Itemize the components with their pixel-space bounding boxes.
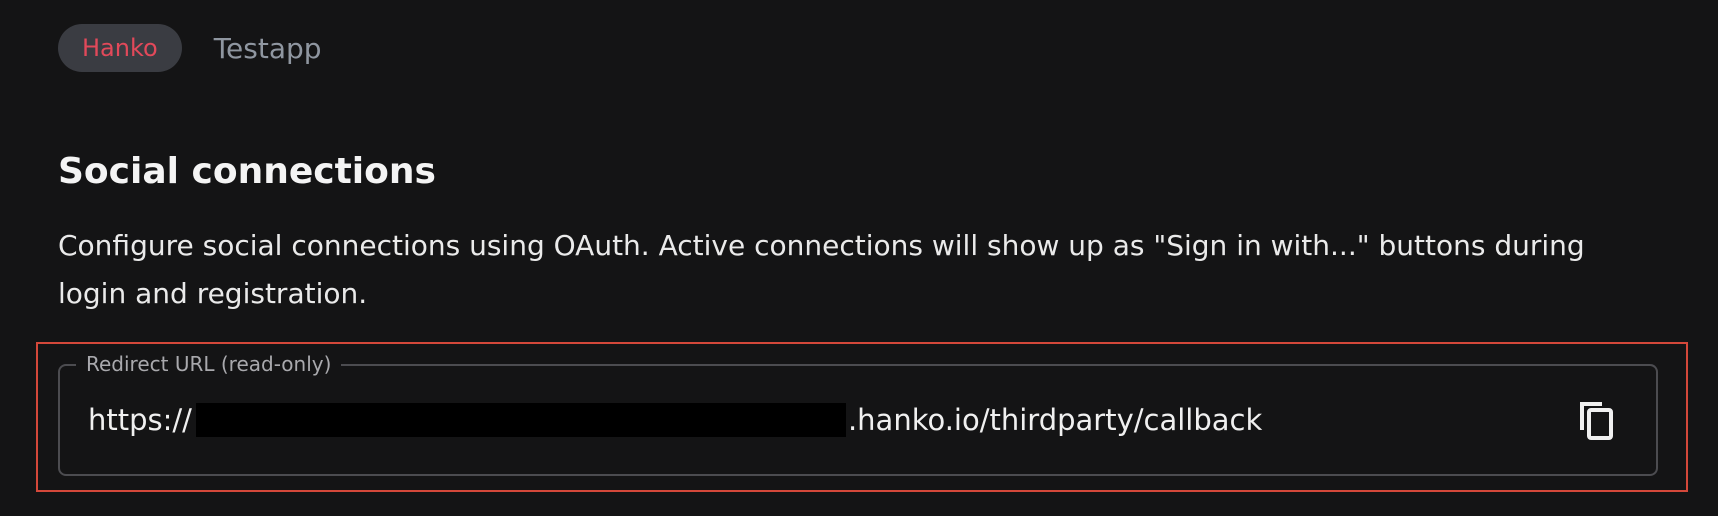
redirect-url-prefix: https:// [88, 403, 192, 437]
breadcrumb: Hanko Testapp [58, 24, 322, 72]
copy-button[interactable] [1568, 392, 1624, 448]
redirect-url-value[interactable]: https:// .hanko.io/thirdparty/callback [88, 400, 1262, 440]
section-description: Configure social connections using OAuth… [58, 229, 1585, 310]
project-link[interactable]: Testapp [214, 32, 322, 65]
page: Hanko Testapp Social connections Configu… [0, 0, 1718, 516]
redirect-url-suffix: .hanko.io/thirdparty/callback [847, 403, 1263, 437]
copy-icon [1580, 402, 1613, 440]
redirect-url-label: Redirect URL (read-only) [76, 349, 342, 379]
redacted-block [195, 403, 846, 437]
organization-chip[interactable]: Hanko [58, 24, 182, 72]
redirect-url-field[interactable]: Redirect URL (read-only) https:// .hanko… [58, 349, 1658, 476]
section-title: Social connections [58, 151, 436, 192]
